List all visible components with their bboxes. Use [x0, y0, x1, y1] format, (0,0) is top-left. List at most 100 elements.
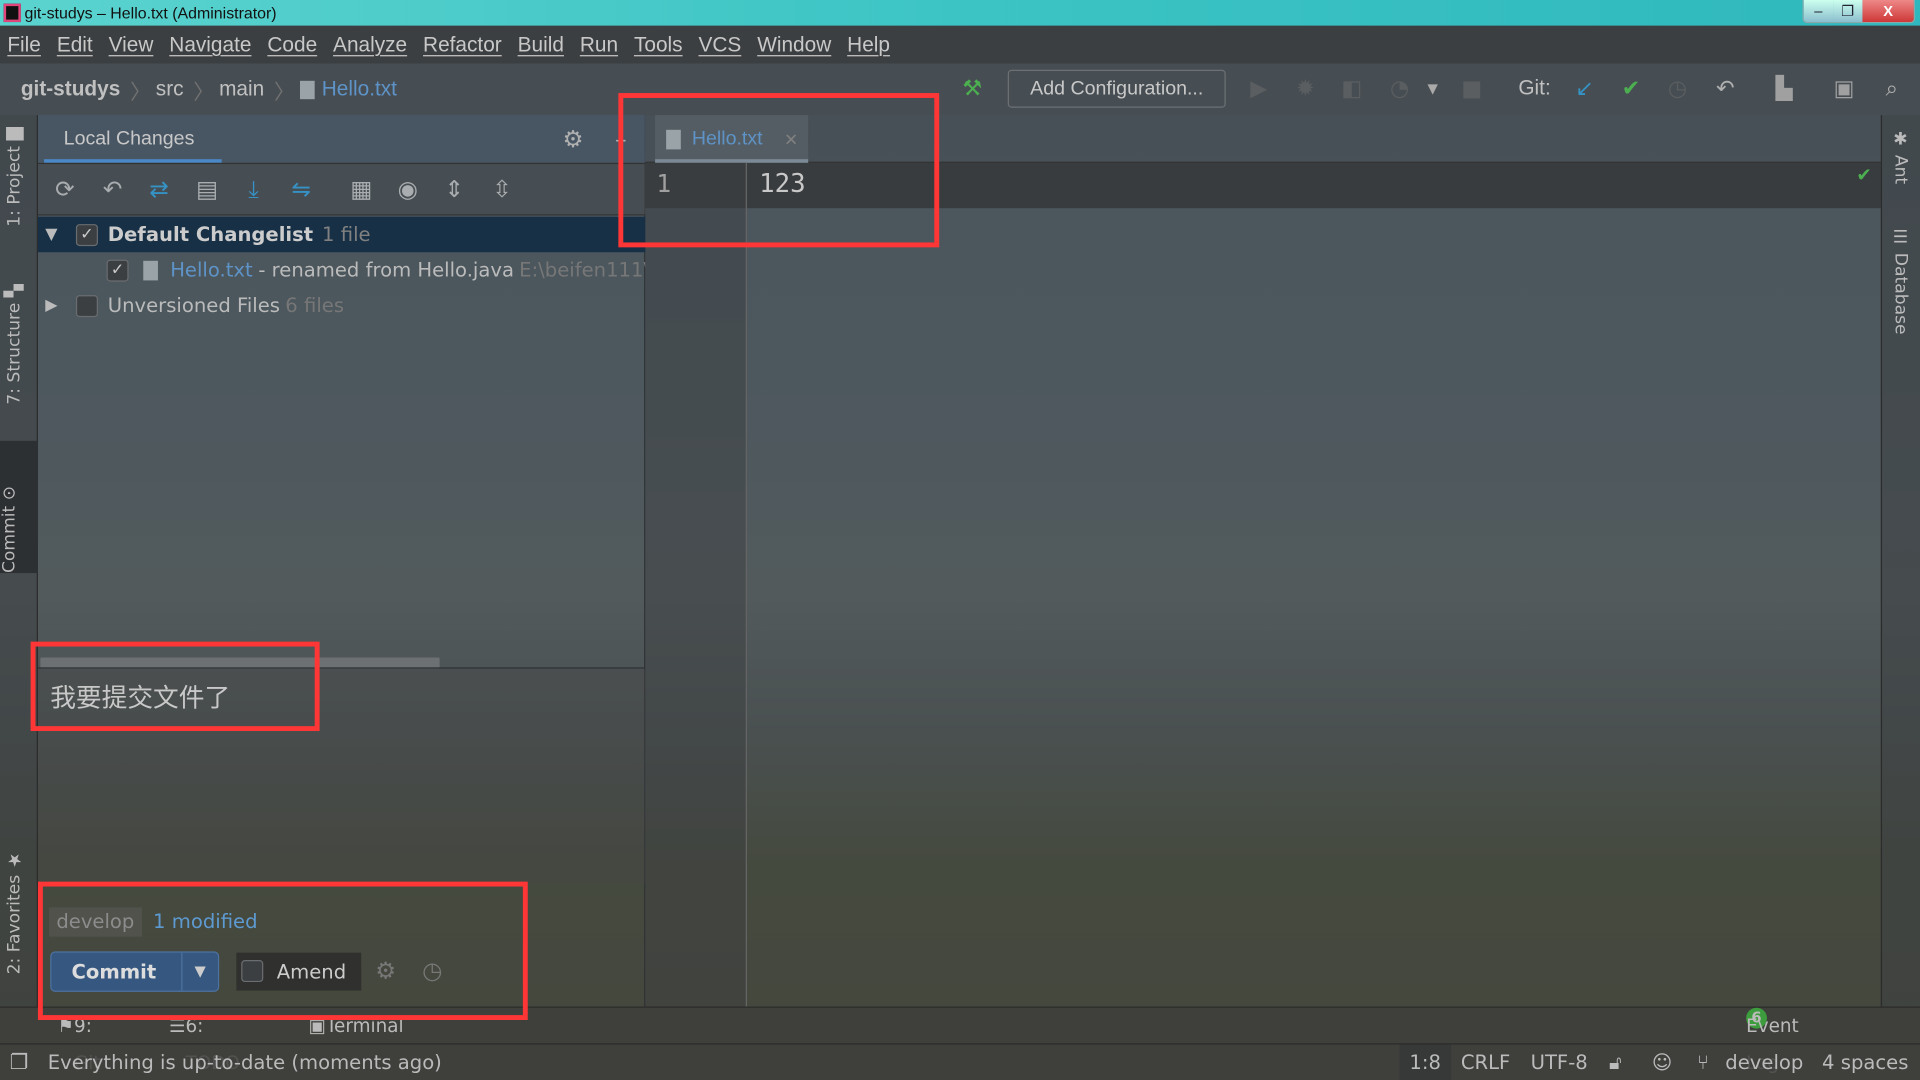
- tab-local-changes[interactable]: Local Changes: [44, 115, 222, 163]
- debug-icon[interactable]: ✹: [1291, 75, 1320, 104]
- highlight-box-editor: [618, 93, 940, 248]
- rollback-icon[interactable]: ↶: [98, 175, 127, 204]
- structure-label: 7: Structure: [4, 302, 25, 405]
- menu-bar: File Edit View Navigate Code Analyze Ref…: [0, 25, 1920, 64]
- changelist-count: 1 file: [322, 222, 371, 247]
- highlight-box-message: [30, 641, 320, 732]
- collapse-all-icon[interactable]: ⇳: [487, 175, 516, 204]
- structure-tool-button[interactable]: 7: Structure ▚: [5, 284, 25, 405]
- menu-build[interactable]: Build: [518, 32, 564, 56]
- menu-tools[interactable]: Tools: [634, 32, 683, 56]
- unversioned-checkbox[interactable]: [75, 295, 98, 318]
- refresh-icon[interactable]: ⟳: [50, 175, 79, 204]
- ant-tool-button[interactable]: ✱ Ant: [1891, 130, 1911, 184]
- toggle-tool-windows-icon[interactable]: ❐: [10, 1044, 29, 1080]
- file-checkbox[interactable]: ✓: [106, 259, 129, 282]
- menu-analyze[interactable]: Analyze: [333, 32, 407, 56]
- chevron-right-icon: 〉: [193, 80, 215, 104]
- ant-label: Ant: [1890, 154, 1911, 185]
- menu-vcs[interactable]: VCS: [698, 32, 741, 56]
- menu-run[interactable]: Run: [580, 32, 618, 56]
- changelist-name: Default Changelist: [107, 222, 314, 247]
- project-structure-icon[interactable]: ▙: [1769, 75, 1798, 104]
- text-file-icon: [299, 80, 315, 99]
- git-branch-icon[interactable]: ⑂: [1697, 1044, 1709, 1080]
- search-icon[interactable]: ⌕: [1877, 75, 1906, 104]
- commit-panel: Local Changes ⚙ – ⟳ ↶ ⇄ ▤ ⤓ ⇋ ▦ ◉ ⇕ ⇳ ▼ …: [37, 115, 646, 1007]
- eye-icon[interactable]: ◉: [393, 175, 422, 204]
- project-tool-button[interactable]: 1: Project ▇: [5, 127, 25, 226]
- stop-icon[interactable]: ■: [1457, 75, 1486, 104]
- file-rename-note: - renamed from Hello.java: [258, 258, 514, 282]
- inspection-ok-check-icon: ✔: [1856, 164, 1872, 187]
- expand-all-icon[interactable]: ⇕: [440, 175, 469, 204]
- status-bar: ❐ Everything is up-to-date (moments ago)…: [0, 1043, 1920, 1080]
- commit-label: Commit: [0, 505, 20, 574]
- add-configuration-button[interactable]: Add Configuration...: [1007, 69, 1226, 108]
- build-hammer-icon[interactable]: ⚒: [958, 75, 987, 104]
- status-branch[interactable]: develop: [1725, 1044, 1803, 1080]
- merge-icon[interactable]: ⇋: [287, 175, 316, 204]
- commit-tool-button[interactable]: Commit ⊙: [0, 440, 38, 574]
- menu-help[interactable]: Help: [847, 32, 890, 56]
- favorites-label: 2: Favorites: [4, 874, 25, 975]
- show-diff-icon[interactable]: ⇄: [144, 175, 173, 204]
- rollback-icon[interactable]: ↶: [1711, 75, 1740, 104]
- menu-view[interactable]: View: [109, 32, 154, 56]
- breadcrumb-project[interactable]: git-studys: [21, 77, 120, 101]
- group-by-icon[interactable]: ▦: [347, 175, 376, 204]
- window-controls: – ❐ X: [1802, 0, 1916, 24]
- unlock-icon[interactable]: 🔓︎: [1609, 1044, 1622, 1080]
- git-commit-check-icon[interactable]: ✔: [1616, 75, 1645, 104]
- unversioned-row[interactable]: ▶ Unversioned Files 6 files: [38, 288, 645, 324]
- highlight-box-commit: [37, 881, 528, 1021]
- menu-window[interactable]: Window: [757, 32, 831, 56]
- run-icon[interactable]: ▶: [1244, 75, 1273, 104]
- left-tool-stripe: 1: Project ▇ 7: Structure ▚ Commit ⊙ 2: …: [0, 115, 38, 1007]
- changes-toolbar: ⟳ ↶ ⇄ ▤ ⤓ ⇋ ▦ ◉ ⇕ ⇳: [37, 162, 646, 216]
- history-icon[interactable]: ◷: [1663, 75, 1692, 104]
- shelve-icon[interactable]: ⤓: [239, 175, 268, 204]
- minimize-button[interactable]: –: [1803, 0, 1834, 23]
- file-encoding[interactable]: UTF-8: [1531, 1044, 1588, 1080]
- caret-position[interactable]: 1:8: [1399, 1044, 1451, 1080]
- breadcrumb-src[interactable]: src: [156, 77, 184, 101]
- unversioned-label: Unversioned Files: [107, 293, 280, 318]
- changelist-icon[interactable]: ▤: [192, 175, 221, 204]
- breadcrumb-main[interactable]: main: [219, 77, 264, 101]
- profile-icon[interactable]: ◔: [1385, 75, 1414, 104]
- menu-refactor[interactable]: Refactor: [423, 32, 502, 56]
- text-file-icon: [143, 260, 158, 281]
- changelist-checkbox[interactable]: ✓: [75, 224, 98, 247]
- editor-gutter: [645, 162, 747, 1007]
- menu-navigate[interactable]: Navigate: [169, 32, 251, 56]
- chevron-down-icon[interactable]: ▼: [1418, 75, 1447, 104]
- expand-triangle-icon[interactable]: ▼: [45, 217, 57, 253]
- indent-setting[interactable]: 4 spaces: [1822, 1044, 1908, 1080]
- ide-window: git-studys – Hello.txt (Administrator) –…: [0, 0, 1920, 1080]
- close-button[interactable]: X: [1862, 0, 1914, 23]
- gear-icon[interactable]: ⚙: [558, 125, 587, 154]
- inspector-face-icon[interactable]: ☺: [1652, 1044, 1672, 1080]
- project-label: 1: Project: [4, 145, 25, 227]
- chevron-right-icon: 〉: [130, 80, 151, 104]
- presentation-icon[interactable]: ▣: [1829, 75, 1858, 104]
- menu-edit[interactable]: Edit: [57, 32, 93, 56]
- unversioned-count: 6 files: [285, 293, 345, 318]
- restore-button[interactable]: ❐: [1833, 0, 1863, 23]
- git-update-icon[interactable]: ↙: [1570, 75, 1599, 104]
- window-title: git-studys – Hello.txt (Administrator): [24, 3, 277, 23]
- menu-file[interactable]: File: [7, 32, 41, 56]
- file-row[interactable]: ✓ Hello.txt - renamed from Hello.java E:…: [38, 252, 645, 288]
- app-icon: [3, 3, 21, 23]
- breadcrumb-file[interactable]: Hello.txt: [322, 77, 397, 101]
- collapse-triangle-icon[interactable]: ▶: [45, 288, 57, 324]
- favorites-tool-button[interactable]: 2: Favorites ★: [5, 850, 25, 975]
- line-separator[interactable]: CRLF: [1461, 1044, 1510, 1080]
- file-path: E:\beifen111\: [519, 258, 646, 282]
- changelist-row[interactable]: ▼ ✓ Default Changelist 1 file: [37, 216, 646, 253]
- database-tool-button[interactable]: ☰ Database: [1891, 228, 1911, 335]
- status-message: Everything is up-to-date (moments ago): [47, 1050, 442, 1074]
- coverage-icon[interactable]: ◧: [1337, 75, 1366, 104]
- menu-code[interactable]: Code: [267, 32, 317, 56]
